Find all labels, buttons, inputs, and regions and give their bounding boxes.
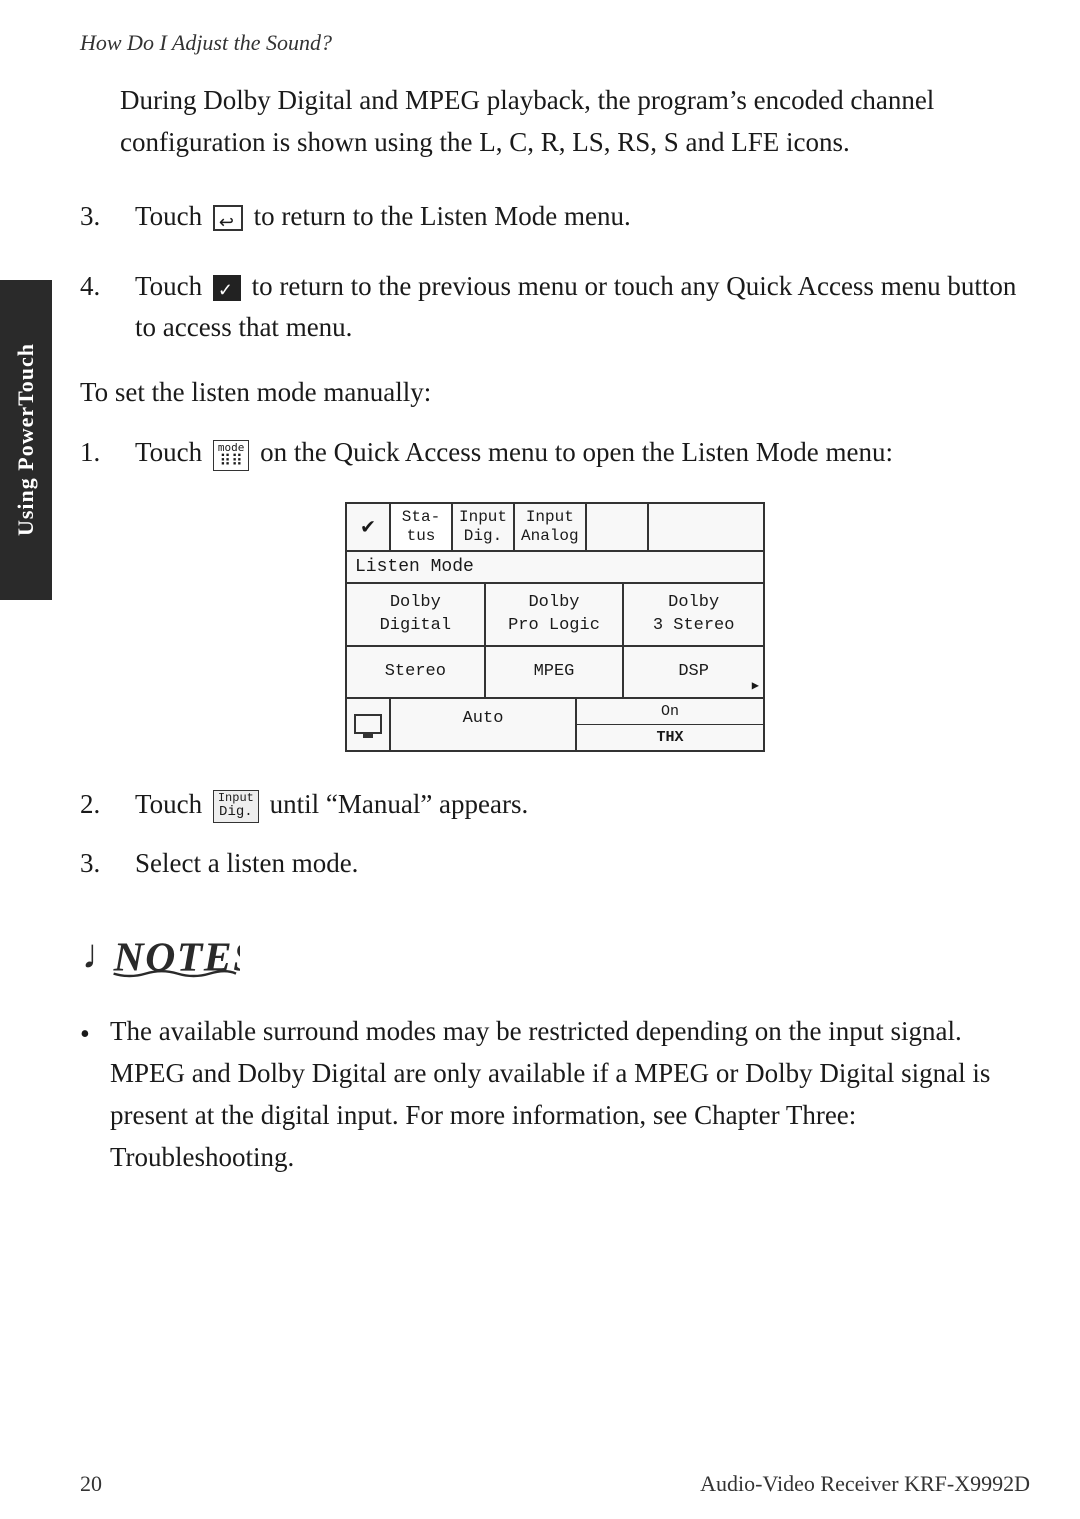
note-bullet-1: • The available surround modes may be re… <box>80 1011 1030 1178</box>
listen-mode-label: Listen Mode <box>347 552 763 584</box>
check-icon <box>213 275 241 301</box>
dolby-digital-cell: DolbyDigital <box>347 584 486 646</box>
step-3-select: 3. Select a listen mode. <box>80 843 1030 885</box>
menu-grid: DolbyDigital DolbyPro Logic Dolby3 Stere… <box>347 584 763 698</box>
mode-icon: mode ⠿⠿ <box>213 440 250 471</box>
step-1-manual: 1. Touch mode ⠿⠿ on the Quick Access men… <box>80 432 1030 474</box>
dsp-arrow: ▶ <box>752 679 759 695</box>
step-1-manual-text: Touch mode ⠿⠿ on the Quick Access menu t… <box>135 432 1030 474</box>
bottom-grid: Auto On THX <box>391 699 763 750</box>
back-icon <box>213 205 243 231</box>
step-num-4: 4. <box>80 266 135 308</box>
monitor-icon <box>354 714 382 734</box>
thx-label: THX <box>577 725 763 750</box>
menu-bottom-section: Auto On THX <box>347 699 763 750</box>
checkmark-cell: ✔ <box>347 504 391 550</box>
listen-mode-menu: ✔ Sta-tus InputDig. InputAnalog Listen M… <box>345 502 765 752</box>
main-content: How Do I Adjust the Sound? During Dolby … <box>80 30 1030 1459</box>
intro-paragraph: During Dolby Digital and MPEG playback, … <box>120 80 1030 164</box>
tab-empty-2 <box>649 504 763 550</box>
page-number: 20 <box>80 1471 102 1497</box>
tab-input-analog: InputAnalog <box>515 504 587 550</box>
step-2: 2. Touch Input Dig. until “Manual” appea… <box>80 784 1030 826</box>
mpeg-cell: MPEG <box>486 647 625 699</box>
footer: 20 Audio-Video Receiver KRF-X9992D <box>80 1471 1030 1497</box>
step-num-1-manual: 1. <box>80 432 135 474</box>
step-4-text: Touch to return to the previous menu or … <box>135 266 1030 350</box>
input-dig-icon: Input Dig. <box>213 790 259 823</box>
breadcrumb: How Do I Adjust the Sound? <box>80 30 1030 56</box>
tab-input-dig: InputDig. <box>453 504 515 550</box>
notes-logo: ♩ NOTES <box>80 917 1030 995</box>
dolby-pro-logic-cell: DolbyPro Logic <box>486 584 625 646</box>
step-3-select-text: Select a listen mode. <box>135 843 1030 885</box>
step-num-3-select: 3. <box>80 843 135 885</box>
step-4: 4. Touch to return to the previous menu … <box>80 266 1030 350</box>
step-num-2: 2. <box>80 784 135 826</box>
tab-empty-1 <box>587 504 649 550</box>
sidebar-tab-label: Using PowerTouch <box>13 343 39 536</box>
thx-cell: On THX <box>577 699 763 750</box>
step-3-text: Touch to return to the Listen Mode menu. <box>135 196 1030 238</box>
dsp-cell: DSP ▶ <box>624 647 763 699</box>
sidebar-tab: Using PowerTouch <box>0 280 52 600</box>
step-3-before: 3. Touch to return to the Listen Mode me… <box>80 196 1030 238</box>
notes-svg: ♩ NOTES <box>80 917 240 987</box>
step-2-text: Touch Input Dig. until “Manual” appears. <box>135 784 1030 826</box>
dolby-3-stereo-cell: Dolby3 Stereo <box>624 584 763 646</box>
note-text-1: The available surround modes may be rest… <box>110 1011 1030 1178</box>
thx-on: On <box>577 699 763 725</box>
menu-top-bar: ✔ Sta-tus InputDig. InputAnalog <box>347 504 763 552</box>
product-name: Audio-Video Receiver KRF-X9992D <box>700 1471 1030 1497</box>
notes-section: ♩ NOTES • The available surround modes m… <box>80 917 1030 1178</box>
bullet-dot: • <box>80 1013 110 1056</box>
tab-status: Sta-tus <box>391 504 453 550</box>
section-heading-manual: To set the listen mode manually: <box>80 377 1030 408</box>
step-num-3: 3. <box>80 196 135 238</box>
auto-cell: Auto <box>391 699 577 750</box>
stereo-cell: Stereo <box>347 647 486 699</box>
monitor-icon-cell <box>347 699 391 750</box>
